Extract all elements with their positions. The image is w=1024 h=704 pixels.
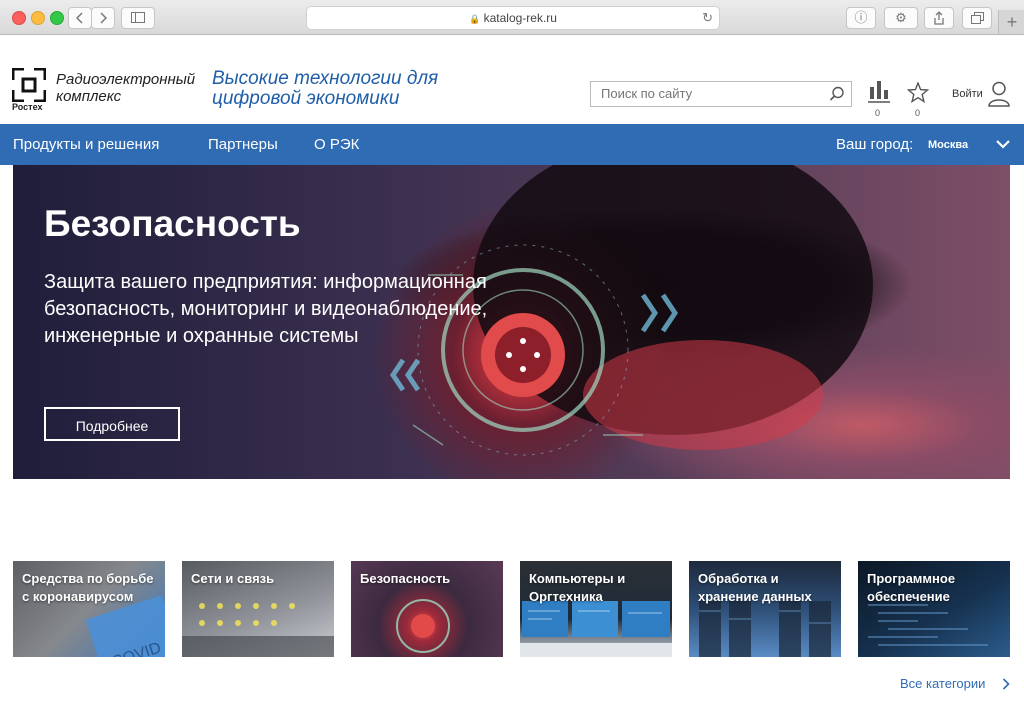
forward-button[interactable]: [91, 7, 115, 29]
info-icon: ⓘ: [854, 10, 868, 25]
hero-title: Безопасность: [44, 203, 301, 244]
chevron-down-icon[interactable]: [996, 139, 1010, 149]
category-tile[interactable]: Обработка и хранение данных: [689, 561, 841, 657]
slogan: Высокие технологии для цифровой экономик…: [212, 68, 439, 109]
chevron-left-icon: [75, 12, 83, 24]
favorites-button[interactable]: [906, 81, 930, 108]
minimize-window-button[interactable]: [31, 11, 45, 25]
close-window-button[interactable]: [12, 11, 26, 25]
city-selector[interactable]: Москва: [928, 139, 968, 151]
category-tile[interactable]: Сети и связь: [182, 561, 334, 657]
category-label: Сети и связь: [191, 571, 275, 586]
login-link[interactable]: Войти: [952, 88, 983, 100]
address-bar[interactable]: 🔒 katalog-rek.ru ↻: [306, 6, 720, 30]
nav-item-partners[interactable]: Партнеры: [208, 136, 278, 153]
hero-banner[interactable]: Безопасность Защита вашего предприятия: …: [13, 165, 1010, 479]
nav-item-products[interactable]: Продукты и решения: [13, 136, 159, 153]
bar-chart-icon: [868, 81, 890, 103]
search-icon[interactable]: [829, 86, 845, 102]
category-tile[interactable]: Программное обеспечение: [858, 561, 1010, 657]
camera-lens-image: [396, 599, 450, 653]
search-box: [590, 81, 852, 107]
chevron-right-icon[interactable]: [1002, 678, 1010, 690]
sidebar-button[interactable]: [121, 7, 155, 29]
category-tile[interactable]: Безопасность: [351, 561, 503, 657]
rostec-logo-icon[interactable]: [12, 68, 46, 102]
site-header: Ростех Радиоэлектронный комплекс Высокие…: [0, 35, 1024, 124]
share-button[interactable]: [924, 7, 954, 29]
category-label: Безопасность: [360, 571, 451, 586]
user-icon[interactable]: [987, 81, 1011, 107]
logo-text[interactable]: Радиоэлектронный комплекс: [56, 71, 195, 105]
info-button[interactable]: ⓘ: [846, 7, 876, 29]
tabs-button[interactable]: [962, 7, 992, 29]
logo-caption: Ростех: [12, 102, 43, 112]
hero-more-button[interactable]: Подробнее: [44, 407, 180, 441]
favorites-count: 0: [915, 108, 921, 118]
category-label: Обработка и хранение данных: [698, 571, 812, 604]
nav-item-about[interactable]: О РЭК: [314, 136, 359, 153]
category-label: Средства по борьбе с коронавирусом: [22, 571, 154, 604]
category-tile[interactable]: Компьютеры и Оргтехника: [520, 561, 672, 657]
category-label: Компьютеры и Оргтехника: [529, 571, 626, 604]
tabs-icon: [970, 12, 984, 24]
sidebar-icon: [131, 12, 145, 23]
browser-toolbar: 🔒 katalog-rek.ru ↻ ⓘ ⚙ +: [0, 0, 1024, 35]
gear-icon: ⚙: [895, 10, 907, 25]
plus-icon: +: [1006, 12, 1018, 32]
server-racks-image: [699, 601, 831, 657]
compare-count: 0: [875, 108, 881, 118]
compare-button[interactable]: [868, 79, 890, 108]
main-nav: Продукты и решения Партнеры О РЭК Ваш го…: [0, 124, 1024, 165]
reload-icon[interactable]: ↻: [702, 7, 713, 29]
share-icon: [934, 11, 944, 25]
star-icon: [906, 81, 930, 104]
code-screen-image: [868, 604, 988, 646]
monitors-image: [520, 601, 672, 657]
category-label: Программное обеспечение: [867, 571, 956, 604]
back-button[interactable]: [68, 7, 92, 29]
hero-subtitle: Защита вашего предприятия: информационна…: [44, 271, 488, 347]
category-tile[interactable]: COVID Средства по борьбе с коронавирусом: [13, 561, 165, 657]
network-switch-image: [182, 603, 334, 657]
lock-icon: 🔒: [469, 14, 481, 24]
new-tab-button[interactable]: +: [998, 10, 1024, 34]
extensions-button[interactable]: ⚙: [884, 7, 918, 29]
city-label: Ваш город:: [836, 136, 914, 153]
chevron-right-icon: [100, 12, 108, 24]
url-text: katalog-rek.ru: [483, 11, 557, 25]
zoom-window-button[interactable]: [50, 11, 64, 25]
all-categories-link[interactable]: Все категории: [900, 676, 985, 691]
search-input[interactable]: [591, 82, 821, 104]
